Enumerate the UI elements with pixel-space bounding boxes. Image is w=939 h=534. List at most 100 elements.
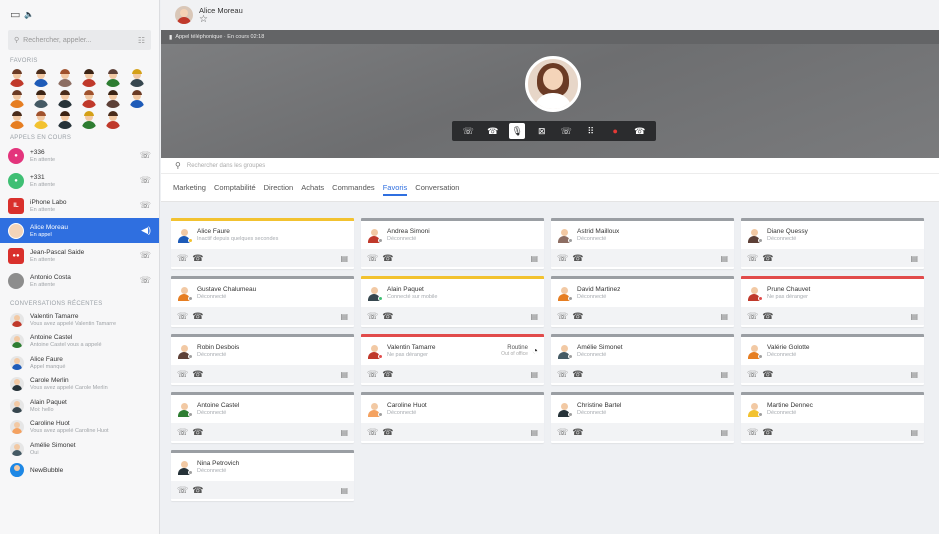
phone-icon[interactable]: ☏ (177, 485, 188, 496)
sidebar-search-placeholder[interactable]: Rechercher, appeler... (23, 37, 134, 44)
contact-card[interactable]: Nina Petrovich Déconnecté ☏ ☎ ▤ (171, 450, 354, 501)
phone-icon[interactable]: ☏ (747, 369, 758, 380)
tab-comptabilite[interactable]: Comptabilité (214, 177, 256, 198)
contact-card[interactable]: Valérie Golotte Déconnecté ☏ ☎ ▤ (741, 334, 924, 385)
favorite-avatar[interactable] (32, 111, 50, 129)
phone-icon[interactable]: ☏ (177, 253, 188, 264)
dialpad-icon[interactable]: ☷ (138, 36, 145, 45)
star-icon[interactable]: ☆ (199, 14, 243, 25)
favorite-avatar[interactable] (80, 111, 98, 129)
record-icon[interactable]: ● (607, 123, 623, 139)
conversation-item[interactable]: Carole Merlin Vous avez appelé Carole Mer… (0, 374, 159, 396)
contact-card[interactable]: Gustave Chalumeau Déconnecté ☏ ☎ ▤ (171, 276, 354, 327)
favorite-avatar[interactable] (128, 69, 146, 87)
contact-card[interactable]: Christine Bartel Déconnecté ☏ ☎ ▤ (551, 392, 734, 443)
phone-icon[interactable]: ☏ (747, 311, 758, 322)
phone-icon[interactable]: ☏ (367, 369, 378, 380)
chat-icon[interactable]: ▤ (720, 312, 728, 321)
tab-achats[interactable]: Achats (301, 177, 324, 198)
contact-card[interactable]: Antoine Castel Déconnecté ☏ ☎ ▤ (171, 392, 354, 443)
conversation-item[interactable]: Valentin Tamarre Vous avez appelé Valenti… (0, 309, 159, 331)
favorite-avatar[interactable] (80, 69, 98, 87)
video-call-icon[interactable]: ☎ (572, 369, 583, 380)
favorite-avatar[interactable] (104, 69, 122, 87)
contact-card[interactable]: Alice Faure Inactif depuis quelques secon… (171, 218, 354, 269)
chat-icon[interactable]: ▤ (910, 312, 918, 321)
phone-icon[interactable]: ☏ (140, 150, 151, 161)
routine-icon[interactable]: ◔ (532, 346, 538, 357)
favorite-avatar[interactable] (104, 90, 122, 108)
video-call-icon[interactable]: ☎ (192, 311, 203, 322)
favorite-avatar[interactable] (32, 69, 50, 87)
forward-call-icon[interactable]: ☏ (558, 123, 574, 139)
phone-icon[interactable]: ☏ (367, 311, 378, 322)
phone-icon[interactable]: ☏ (177, 311, 188, 322)
sidebar-search[interactable]: ⚲ Rechercher, appeler... ☷ (8, 30, 151, 50)
conversation-item[interactable]: Alice Faure Appel manqué (0, 352, 159, 374)
video-call-icon[interactable]: ☎ (762, 253, 773, 264)
screen-icon[interactable]: ▭ (10, 8, 20, 21)
contact-card[interactable]: Valentin Tamarre Ne pas déranger Routine O… (361, 334, 544, 385)
chat-icon[interactable]: ▤ (340, 254, 348, 263)
video-call-icon[interactable]: ☎ (192, 485, 203, 496)
chat-icon[interactable]: ▤ (340, 486, 348, 495)
phone-icon[interactable]: ☏ (367, 427, 378, 438)
add-call-icon[interactable]: ☎ (485, 123, 501, 139)
contact-card[interactable]: Diane Quessy Déconnecté ☏ ☎ ▤ (741, 218, 924, 269)
video-call-icon[interactable]: ☎ (572, 311, 583, 322)
contact-card[interactable]: Astrid Mailloux Déconnecté ☏ ☎ ▤ (551, 218, 734, 269)
video-call-icon[interactable]: ☎ (762, 427, 773, 438)
call-item[interactable]: ●● Jean-Pascal Saide En attente ☏ (0, 243, 159, 268)
chat-icon[interactable]: ▤ (530, 254, 538, 263)
tab-conversation[interactable]: Conversation (415, 177, 459, 198)
contact-card[interactable]: Caroline Huot Déconnecté ☏ ☎ ▤ (361, 392, 544, 443)
phone-icon[interactable]: ☏ (140, 200, 151, 211)
contact-card[interactable]: David Martinez Déconnecté ☏ ☎ ▤ (551, 276, 734, 327)
favorite-avatar[interactable] (56, 111, 74, 129)
favorite-avatar[interactable] (56, 90, 74, 108)
chat-icon[interactable]: ▤ (530, 312, 538, 321)
video-call-icon[interactable]: ☎ (382, 369, 393, 380)
video-call-icon[interactable]: ☎ (192, 253, 203, 264)
call-item[interactable]: ● +331 En attente ☏ (0, 168, 159, 193)
chat-icon[interactable]: ▤ (340, 370, 348, 379)
phone-icon[interactable]: ☏ (747, 253, 758, 264)
chat-icon[interactable]: ▤ (910, 254, 918, 263)
chat-icon[interactable]: ▤ (340, 312, 348, 321)
video-call-icon[interactable]: ☎ (192, 427, 203, 438)
tab-favoris[interactable]: Favoris (382, 177, 407, 198)
contact-card[interactable]: Alain Paquet Connecté sur mobile ☏ ☎ ▤ (361, 276, 544, 327)
phone-icon[interactable]: ☏ (140, 275, 151, 286)
phone-icon[interactable]: ☏ (177, 427, 188, 438)
video-call-icon[interactable]: ☎ (762, 311, 773, 322)
hangup-icon[interactable]: ☎ (632, 123, 648, 139)
contact-card[interactable]: Andrea Simoni Déconnecté ☏ ☎ ▤ (361, 218, 544, 269)
group-search[interactable]: ⚲ Rechercher dans les groupes (161, 158, 939, 174)
call-item[interactable]: ● +336 En attente ☏ (0, 143, 159, 168)
group-search-placeholder[interactable]: Rechercher dans les groupes (187, 163, 265, 169)
chat-icon[interactable]: ▤ (720, 428, 728, 437)
favorite-avatar[interactable] (8, 111, 26, 129)
video-call-icon[interactable]: ☎ (572, 427, 583, 438)
phone-icon[interactable]: ☏ (177, 369, 188, 380)
favorite-avatar[interactable] (56, 69, 74, 87)
contact-card[interactable]: Amélie Simonet Déconnecté ☏ ☎ ▤ (551, 334, 734, 385)
video-call-icon[interactable]: ☎ (192, 369, 203, 380)
call-item[interactable]: IL iPhone Labo En attente ☏ (0, 193, 159, 218)
tab-direction[interactable]: Direction (264, 177, 294, 198)
conversation-item[interactable]: NewBubble (0, 460, 159, 482)
chat-icon[interactable]: ▤ (530, 428, 538, 437)
chat-icon[interactable]: ▤ (720, 254, 728, 263)
video-call-icon[interactable]: ☎ (572, 253, 583, 264)
chat-icon[interactable]: ▤ (530, 370, 538, 379)
chat-icon[interactable]: ▤ (910, 370, 918, 379)
dialpad-icon[interactable]: ⠿ (583, 123, 599, 139)
microphone-icon[interactable]: 🎙 (509, 123, 526, 139)
favorite-avatar[interactable] (80, 90, 98, 108)
favorite-avatar[interactable] (8, 90, 26, 108)
phone-icon[interactable]: ☏ (557, 369, 568, 380)
favorite-avatar[interactable] (32, 90, 50, 108)
video-call-icon[interactable]: ☎ (382, 311, 393, 322)
phone-icon[interactable]: ☏ (557, 253, 568, 264)
conversation-item[interactable]: Caroline Huot Vous avez appelé Caroline H… (0, 417, 159, 439)
